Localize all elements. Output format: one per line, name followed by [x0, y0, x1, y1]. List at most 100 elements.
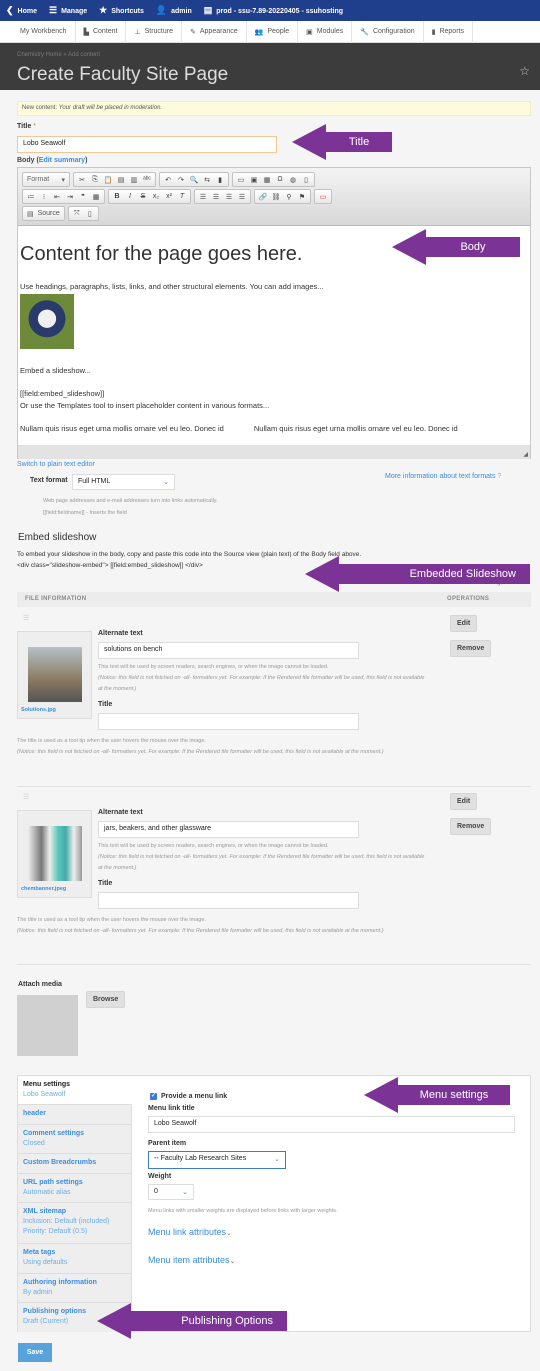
- replace-icon[interactable]: ⇆: [201, 176, 213, 184]
- paste-text-icon[interactable]: ▤: [115, 176, 127, 184]
- toolbar-shortcuts[interactable]: ★ Shortcuts: [99, 5, 144, 16]
- flag-icon[interactable]: ⚑: [296, 193, 308, 201]
- menu-configuration[interactable]: 🔧 Configuration: [352, 20, 424, 43]
- menu-link-title-input[interactable]: Lobo Seawolf: [148, 1116, 515, 1133]
- save-button[interactable]: Save: [18, 1343, 52, 1362]
- bar-chart-icon: ▮: [431, 28, 436, 36]
- menu-reports[interactable]: ▮ Reports: [424, 20, 473, 43]
- copy-icon[interactable]: ⎘: [89, 176, 101, 184]
- justify-icon[interactable]: ☰: [236, 193, 248, 201]
- redo-icon[interactable]: ↷: [175, 176, 187, 184]
- table-icon[interactable]: ▦: [261, 176, 273, 184]
- text-format-select[interactable]: Full HTML ⌄: [72, 474, 175, 490]
- text-format-label: Text format: [30, 477, 68, 484]
- resize-handle-icon[interactable]: ◢: [523, 451, 528, 458]
- file-link[interactable]: chembanner.jpeg: [21, 886, 91, 892]
- provide-menu-link[interactable]: ✓ Provide a menu link: [150, 1093, 227, 1100]
- menu-modules[interactable]: ▣ Modules: [298, 20, 353, 43]
- strikethrough-icon[interactable]: S: [137, 193, 149, 200]
- alt-text-input[interactable]: jars, beakers, and other glassware: [98, 821, 359, 838]
- page-icon[interactable]: ▯: [300, 176, 312, 184]
- edit-summary-link[interactable]: Edit summary: [39, 157, 85, 164]
- align-right-icon[interactable]: ☰: [223, 193, 235, 201]
- vtab-header[interactable]: header: [18, 1105, 132, 1125]
- unlink-icon[interactable]: ⛓: [270, 193, 282, 201]
- text-format-help[interactable]: More information about text formats ?: [385, 473, 501, 480]
- italic-icon[interactable]: I: [124, 193, 136, 200]
- menu-link-title-label: Menu link title: [148, 1105, 195, 1112]
- vtab-authoring[interactable]: Authoring information By admin: [18, 1274, 132, 1303]
- vertical-tabs: Menu settings Lobo Seawolf header Comment…: [17, 1075, 531, 1333]
- menu-item-attributes-toggle[interactable]: Menu item attributes⌄: [148, 1255, 235, 1265]
- drag-handle-icon[interactable]: ☰: [23, 614, 29, 622]
- templates-icon[interactable]: ▮: [214, 176, 226, 184]
- toolbar-manage[interactable]: ☰ Manage: [49, 5, 87, 16]
- hamburger-icon: ☰: [49, 5, 58, 15]
- toolbar-home[interactable]: ❮ Home: [6, 5, 37, 16]
- div-icon[interactable]: ▦: [90, 193, 102, 201]
- image-title-input[interactable]: [98, 713, 359, 730]
- browse-button[interactable]: Browse: [86, 991, 126, 1008]
- horizontal-rule-icon[interactable]: ▭: [317, 193, 329, 201]
- remove-format-icon[interactable]: T: [176, 193, 188, 200]
- edit-button[interactable]: Edit: [450, 615, 478, 632]
- spellcheck-icon[interactable]: ᵃᵇᶜ: [141, 176, 153, 183]
- align-center-icon[interactable]: ☰: [210, 193, 222, 201]
- show-blocks-icon[interactable]: ▯: [84, 210, 96, 218]
- bold-icon[interactable]: B: [111, 193, 123, 200]
- paste-icon[interactable]: 📋: [102, 176, 114, 184]
- outdent-icon[interactable]: ⇤: [51, 193, 63, 201]
- image-icon[interactable]: ▭: [235, 176, 247, 184]
- numbered-list-icon[interactable]: ≔: [25, 193, 37, 201]
- link-icon[interactable]: 🔗: [257, 193, 269, 201]
- format-dropdown[interactable]: Format ▾: [22, 172, 70, 187]
- alt-text-input[interactable]: solutions on bench: [98, 642, 359, 659]
- vtab-custom-breadcrumbs[interactable]: Custom Breadcrumbs: [18, 1154, 132, 1174]
- vtab-meta-tags[interactable]: Meta tags Using defaults: [18, 1244, 132, 1274]
- special-char-icon[interactable]: Ω: [274, 176, 286, 183]
- menu-structure[interactable]: ⊥ Structure: [126, 20, 182, 43]
- cut-icon[interactable]: ✂: [76, 176, 88, 184]
- find-icon[interactable]: 🔍: [188, 176, 200, 184]
- parent-item-label: Parent item: [148, 1140, 187, 1147]
- blockquote-icon[interactable]: ❞: [77, 193, 89, 201]
- vtab-xml-sitemap[interactable]: XML sitemap Inclusion: Default (included)…: [18, 1203, 132, 1244]
- menu-my-workbench[interactable]: My Workbench: [0, 20, 76, 43]
- checkbox-checked-icon[interactable]: ✓: [150, 1093, 157, 1100]
- drag-handle-icon[interactable]: ☰: [23, 793, 29, 801]
- remove-button[interactable]: Remove: [450, 640, 492, 657]
- edit-button[interactable]: Edit: [450, 793, 478, 810]
- source-button[interactable]: ▤ Source: [22, 206, 65, 221]
- bullet-list-icon[interactable]: ⁝: [38, 193, 50, 201]
- menu-content[interactable]: ▙ Content: [76, 20, 127, 43]
- iframe-icon[interactable]: ◍: [287, 176, 299, 184]
- breadcrumb[interactable]: Chemistry Home » Add content: [17, 52, 100, 58]
- anchor-link-icon[interactable]: ⚲: [283, 193, 295, 201]
- subscript-icon[interactable]: x₂: [150, 193, 162, 200]
- indent-icon[interactable]: ⇥: [64, 193, 76, 201]
- toolbar-environment[interactable]: ▤ prod - ssu-7.89-20220405 - ssuhosting: [204, 5, 343, 16]
- title-input[interactable]: Lobo Seawolf: [17, 136, 277, 153]
- align-left-icon[interactable]: ☰: [197, 193, 209, 201]
- menu-link-attributes-toggle[interactable]: Menu link attributes⌄: [148, 1227, 232, 1237]
- file-link[interactable]: Solutions.jpg: [21, 707, 91, 713]
- star-icon[interactable]: ☆: [519, 64, 530, 78]
- menu-people[interactable]: 👥 People: [247, 20, 299, 43]
- more-info-link[interactable]: More information about text formats: [385, 473, 496, 480]
- superscript-icon[interactable]: x²: [163, 193, 175, 200]
- vtab-url-path[interactable]: URL path settings Automatic alias: [18, 1174, 132, 1203]
- undo-icon[interactable]: ↶: [162, 176, 174, 184]
- parent-item-select[interactable]: -- Faculty Lab Research Sites ⌄: [148, 1151, 286, 1169]
- arrow-left-icon: [305, 556, 339, 592]
- weight-select[interactable]: 0 ⌄: [148, 1184, 194, 1200]
- vtab-menu-settings[interactable]: Menu settings Lobo Seawolf: [18, 1076, 132, 1105]
- remove-button[interactable]: Remove: [450, 818, 492, 835]
- menu-appearance[interactable]: ✎ Appearance: [182, 20, 247, 43]
- toolbar-user[interactable]: 👤 admin: [156, 5, 192, 16]
- switch-editor-link[interactable]: Switch to plain text editor: [17, 461, 95, 468]
- vtab-comment-settings[interactable]: Comment settings Closed: [18, 1125, 132, 1154]
- image-title-input[interactable]: [98, 892, 359, 909]
- paste-word-icon[interactable]: ▥: [128, 176, 140, 184]
- maximize-icon[interactable]: ⤧: [71, 210, 83, 218]
- media-icon[interactable]: ▣: [248, 176, 260, 184]
